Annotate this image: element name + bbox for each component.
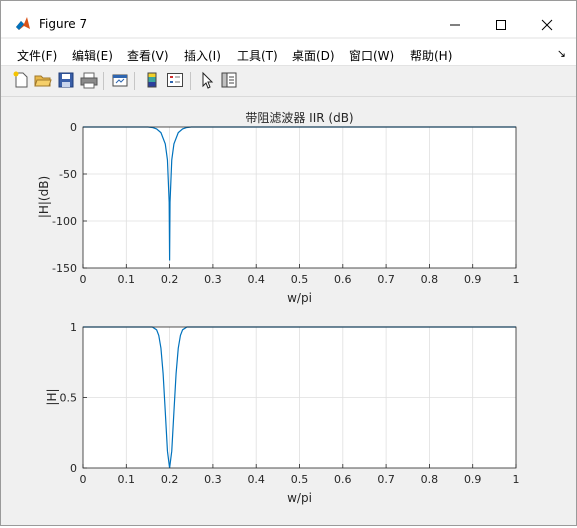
y-tick-label: -50 <box>59 168 77 181</box>
toolbar-separator <box>134 72 135 90</box>
x-tick-label: 0.8 <box>421 473 439 486</box>
x-tick-label: 0.7 <box>377 473 395 486</box>
axes-top-xlabel: w/pi <box>287 291 312 305</box>
maximize-icon <box>496 20 506 30</box>
minimize-icon <box>450 24 460 26</box>
axes-top-title: 带阻滤波器 IIR (dB) <box>245 111 353 125</box>
axes-bottom-xlabel: w/pi <box>287 491 312 505</box>
matlab-logo-icon <box>16 17 30 30</box>
y-tick-label: 0 <box>70 462 77 475</box>
menu-overflow-arrow-icon[interactable]: ↘ <box>557 47 566 60</box>
x-tick-label: 1 <box>513 273 520 286</box>
maximize-button[interactable] <box>478 11 524 39</box>
menu-view[interactable]: 查看(V) <box>127 47 169 64</box>
x-tick-label: 0.4 <box>247 273 265 286</box>
close-button[interactable] <box>524 11 570 39</box>
window-title: Figure 7 <box>39 17 88 31</box>
x-tick-label: 0.3 <box>204 473 222 486</box>
title-bar[interactable]: Figure 7 <box>1 1 576 37</box>
save-icon[interactable] <box>57 71 75 89</box>
y-tick-label: -150 <box>52 262 77 275</box>
x-tick-label: 0.8 <box>421 273 439 286</box>
y-tick-label: -100 <box>52 215 77 228</box>
menu-file[interactable]: 文件(F) <box>17 47 57 64</box>
x-tick-label: 0.4 <box>247 473 265 486</box>
x-tick-label: 1 <box>513 473 520 486</box>
x-tick-label: 0.7 <box>377 273 395 286</box>
close-icon <box>541 19 553 31</box>
y-tick-label: 0 <box>70 121 77 134</box>
figure-canvas: 0 0.1 0.2 0.3 0.4 0.5 0.6 0.7 0.8 0.9 1 0 -50 -100 -15… <box>1 97 576 525</box>
x-tick-label: 0.2 <box>161 473 179 486</box>
x-tick-label: 0.1 <box>118 473 136 486</box>
x-tick-label: 0.9 <box>464 473 482 486</box>
link-plot-icon[interactable] <box>111 71 129 89</box>
plot-canvas[interactable]: 0 0.1 0.2 0.3 0.4 0.5 0.6 0.7 0.8 0.9 1 0 -50 -100 -15… <box>1 97 576 525</box>
toolbar-separator <box>190 72 191 90</box>
menu-help[interactable]: 帮助(H) <box>410 47 452 64</box>
axes-bottom-ylabel: |H| <box>45 388 59 405</box>
axes-top[interactable]: 0 0.1 0.2 0.3 0.4 0.5 0.6 0.7 0.8 0.9 1 0 -50 -100 -15… <box>37 111 520 305</box>
insert-colorbar-icon[interactable] <box>143 71 161 89</box>
edit-plot-arrow-icon[interactable] <box>198 71 216 89</box>
figure-window: Figure 7 文件(F) 编辑(E) 查看(V) 插入(I) 工具(T) 桌… <box>0 0 577 526</box>
x-tick-label: 0 <box>80 273 87 286</box>
x-tick-label: 0.6 <box>334 273 352 286</box>
menu-edit[interactable]: 编辑(E) <box>72 47 113 64</box>
axes-top-ylabel: |H|(dB) <box>37 176 51 218</box>
menu-tools[interactable]: 工具(T) <box>237 47 278 64</box>
x-tick-label: 0.6 <box>334 473 352 486</box>
print-icon[interactable] <box>80 71 98 89</box>
x-tick-label: 0.2 <box>161 273 179 286</box>
y-tick-label: 0.5 <box>60 392 78 405</box>
open-file-icon[interactable] <box>34 71 52 89</box>
x-tick-label: 0 <box>80 473 87 486</box>
minimize-button[interactable] <box>432 11 478 39</box>
new-figure-icon[interactable] <box>12 71 30 89</box>
x-tick-label: 0.3 <box>204 273 222 286</box>
menu-desktop[interactable]: 桌面(D) <box>292 47 335 64</box>
insert-legend-icon[interactable] <box>166 71 184 89</box>
x-tick-label: 0.5 <box>291 473 309 486</box>
toolbar-separator <box>103 72 104 90</box>
menu-insert[interactable]: 插入(I) <box>184 47 221 64</box>
y-tick-label: 1 <box>70 321 77 334</box>
axes-bottom[interactable]: 0 0.1 0.2 0.3 0.4 0.5 0.6 0.7 0.8 0.9 110.50 w/pi … <box>45 321 520 505</box>
figure-toolbar <box>1 65 576 97</box>
menu-bar: 文件(F) 编辑(E) 查看(V) 插入(I) 工具(T) 桌面(D) 窗口(W… <box>1 39 576 65</box>
x-tick-label: 0.9 <box>464 273 482 286</box>
menu-window[interactable]: 窗口(W) <box>349 47 394 64</box>
property-inspector-icon[interactable] <box>220 71 238 89</box>
x-tick-label: 0.1 <box>118 273 136 286</box>
x-tick-label: 0.5 <box>291 273 309 286</box>
